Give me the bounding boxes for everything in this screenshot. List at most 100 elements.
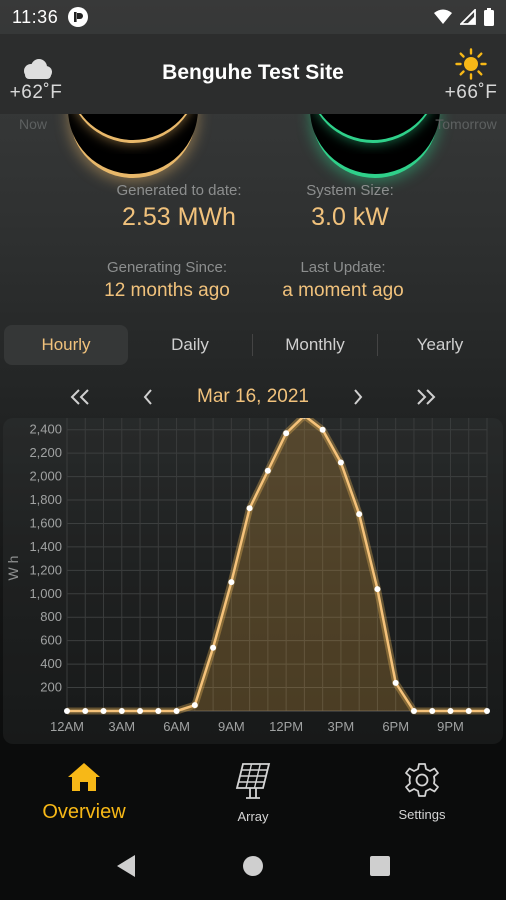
tab-daily[interactable]: Daily — [128, 325, 252, 365]
y-tick-label: 1,000 — [29, 586, 62, 601]
y-tick-label: 1,600 — [29, 515, 62, 530]
previous-day-button[interactable] — [128, 380, 168, 414]
last-page-button[interactable] — [406, 380, 446, 414]
header: +62˚F Benguhe Test Site +66˚F — [0, 34, 506, 174]
data-point — [319, 426, 326, 433]
system-navigation-bar — [0, 840, 506, 900]
solar-panel-icon — [235, 763, 271, 799]
period-tabs: Hourly Daily Monthly Yearly — [4, 325, 502, 365]
y-tick-label: 1,400 — [29, 539, 62, 554]
weather-tomorrow-temp: +66˚F — [444, 82, 498, 103]
stat-since-value: 12 months ago — [104, 280, 230, 301]
nav-array[interactable]: Array — [218, 762, 288, 824]
nav-settings[interactable]: Settings — [386, 762, 458, 822]
stat-since: Generating Since: 12 months ago — [67, 259, 267, 302]
data-point — [246, 505, 253, 512]
data-point — [64, 708, 70, 714]
back-icon[interactable] — [115, 854, 137, 878]
data-point — [228, 579, 235, 586]
x-tick-label: 6PM — [382, 719, 409, 734]
data-point — [155, 708, 162, 714]
data-point — [173, 708, 180, 714]
first-page-button[interactable] — [60, 380, 100, 414]
wifi-icon — [434, 9, 452, 24]
status-icons — [434, 8, 494, 26]
home-circle-icon[interactable] — [242, 855, 264, 877]
home-icon — [68, 763, 100, 791]
stat-update-label: Last Update: — [300, 259, 386, 276]
weather-tomorrow: +66˚F — [426, 48, 506, 104]
nav-array-label: Array — [237, 809, 269, 824]
data-point — [264, 467, 271, 474]
y-tick-label: 800 — [40, 609, 62, 624]
recents-icon[interactable] — [370, 856, 390, 876]
x-tick-label: 3AM — [108, 719, 135, 734]
data-point — [82, 708, 89, 714]
tab-yearly[interactable]: Yearly — [378, 325, 502, 365]
data-point — [210, 644, 217, 651]
y-tick-label: 2,400 — [29, 422, 62, 437]
stat-last-update: Last Update: a moment ago — [243, 259, 443, 302]
x-tick-label: 12PM — [269, 719, 303, 734]
data-point — [374, 586, 381, 593]
signal-icon — [460, 9, 476, 25]
y-tick-label: 1,200 — [29, 562, 62, 577]
chevron-right-icon — [354, 389, 363, 405]
double-chevron-left-icon — [70, 389, 89, 405]
nav-overview-label: Overview — [42, 801, 126, 823]
data-point — [447, 708, 454, 714]
chart-svg: 200 400 600 800 1,000 1,200 1,400 1,600 1,800 2,0… — [3, 412, 503, 744]
data-point — [137, 708, 144, 714]
battery-icon — [484, 8, 494, 26]
app-notification-icon — [68, 7, 89, 27]
nav-settings-label: Settings — [398, 807, 446, 822]
y-tick-label: 600 — [40, 633, 62, 648]
generation-orb — [68, 114, 198, 140]
data-point — [392, 679, 399, 686]
status-bar: 11:36 — [0, 0, 506, 34]
x-tick-label: 9AM — [218, 719, 245, 734]
data-point — [283, 430, 290, 437]
weather-tomorrow-label: Tomorrow — [435, 116, 497, 132]
date-navigator: Mar 16, 2021 — [0, 380, 506, 414]
y-tick-label: 1,800 — [29, 492, 62, 507]
data-point — [100, 708, 107, 714]
x-tick-label: 6AM — [163, 719, 190, 734]
data-point — [410, 708, 417, 714]
stat-system-size: System Size: 3.0 kW — [250, 182, 450, 232]
chevron-left-icon — [143, 389, 152, 405]
double-chevron-right-icon — [417, 389, 436, 405]
hourly-chart: 200 400 600 800 1,000 1,200 1,400 1,600 1,800 2,0… — [0, 412, 506, 744]
bottom-navigation: Overview Array Settings — [0, 744, 506, 840]
tab-monthly[interactable]: Monthly — [253, 325, 377, 365]
gear-icon — [405, 763, 439, 797]
y-tick-label: 400 — [40, 656, 62, 671]
weather-now-temp: +62˚F — [9, 82, 63, 103]
data-point — [337, 459, 344, 466]
data-point — [429, 708, 436, 714]
x-tick-label: 9PM — [437, 719, 464, 734]
current-date[interactable]: Mar 16, 2021 — [197, 386, 309, 408]
data-point — [118, 708, 125, 714]
data-point — [356, 511, 363, 518]
data-point — [484, 708, 490, 714]
sun-icon — [426, 48, 506, 80]
y-axis-label: W h — [5, 556, 21, 581]
next-day-button[interactable] — [338, 380, 378, 414]
stat-generated-label: Generated to date: — [116, 182, 242, 199]
y-tick-label: 2,200 — [29, 445, 62, 460]
weather-now-label: Now — [18, 116, 47, 132]
stat-generated: Generated to date: 2.53 MWh — [79, 182, 279, 232]
status-time: 11:36 — [12, 6, 59, 27]
y-tick-label: 200 — [40, 680, 62, 695]
data-point — [465, 708, 472, 714]
data-point — [191, 702, 198, 709]
stat-size-label: System Size: — [306, 182, 394, 199]
status-orb — [308, 114, 438, 140]
stat-since-label: Generating Since: — [106, 259, 228, 276]
x-tick-label: 3PM — [328, 719, 355, 734]
nav-overview[interactable]: Overview — [28, 762, 140, 824]
y-tick-label: 2,000 — [29, 469, 62, 484]
stat-update-value: a moment ago — [282, 280, 404, 301]
tab-hourly[interactable]: Hourly — [4, 325, 128, 365]
